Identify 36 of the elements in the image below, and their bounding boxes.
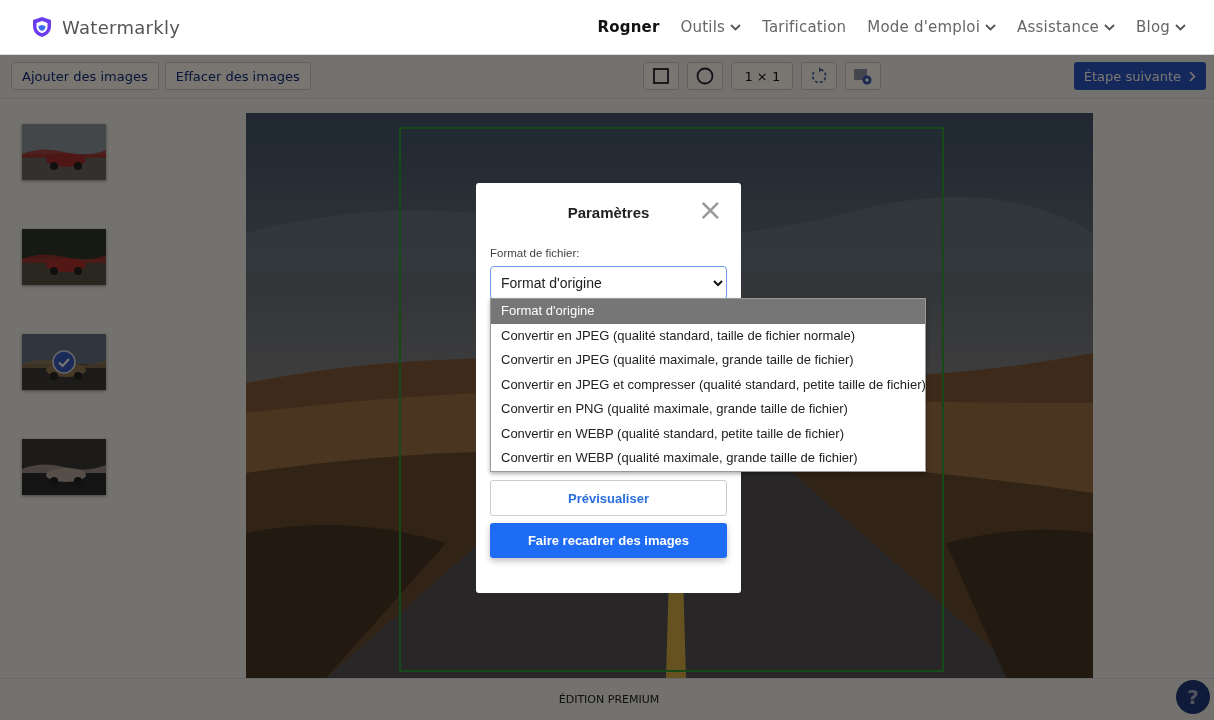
dropdown-option[interactable]: Convertir en JPEG (qualité standard, taille de fichier normale): [491, 323, 925, 348]
nav-link[interactable]: Outils: [680, 18, 742, 36]
aspect-ratio-button[interactable]: 1 × 1: [731, 62, 794, 91]
square-icon: [653, 68, 670, 85]
nav-link[interactable]: Tarification: [762, 18, 847, 36]
chevron-down-icon: [713, 279, 723, 287]
crop-frame[interactable]: [399, 126, 944, 672]
square-shape-button[interactable]: [643, 62, 680, 91]
dropdown-option[interactable]: Convertir en WEBP (qualité standard, petite taille de fichier): [491, 421, 925, 446]
add-image-button[interactable]: [845, 62, 882, 91]
crop-images-button[interactable]: Faire recadrer des images: [490, 523, 727, 558]
dropdown-option[interactable]: Convertir en JPEG et compresser (qualité standard, petite taille de fichier): [491, 372, 925, 397]
nav-link[interactable]: Blog: [1136, 18, 1186, 36]
circle-shape-button[interactable]: [687, 62, 724, 91]
brand-name[interactable]: Watermarkly: [62, 16, 181, 38]
preview-button[interactable]: Prévisualiser: [490, 480, 727, 516]
circle-icon: [696, 67, 715, 86]
dialog-title: Paramètres: [567, 203, 650, 221]
shield-logo-icon: [32, 16, 52, 38]
nav-link[interactable]: Assistance: [1017, 18, 1116, 36]
nav-link[interactable]: Rogner: [597, 18, 660, 36]
dropdown-option[interactable]: Convertir en WEBP (qualité maximale, grande taille de fichier): [491, 446, 925, 471]
dropdown-option[interactable]: Format d'origine: [491, 299, 925, 324]
edition-label: ÉDITION PREMIUM: [558, 692, 660, 706]
toolbar-button[interactable]: Ajouter des images: [11, 62, 159, 91]
rotate-icon: [810, 67, 829, 86]
nav-link[interactable]: Mode d'emploi: [867, 18, 997, 36]
toolbar-button[interactable]: Effacer des images: [164, 62, 311, 91]
field-label: Format de fichier:: [490, 247, 581, 259]
dropdown-option[interactable]: Convertir en JPEG (qualité maximale, grande taille de fichier): [491, 348, 925, 373]
dropdown-option[interactable]: Convertir en PNG (qualité maximale, grande taille de fichier): [491, 397, 925, 422]
rotate-button[interactable]: [801, 62, 838, 91]
chevron-right-icon: [1189, 70, 1196, 82]
checkmark-icon: [52, 349, 76, 374]
next-step-button[interactable]: Étape suivante: [1073, 62, 1206, 91]
image-add-icon: [853, 67, 874, 86]
